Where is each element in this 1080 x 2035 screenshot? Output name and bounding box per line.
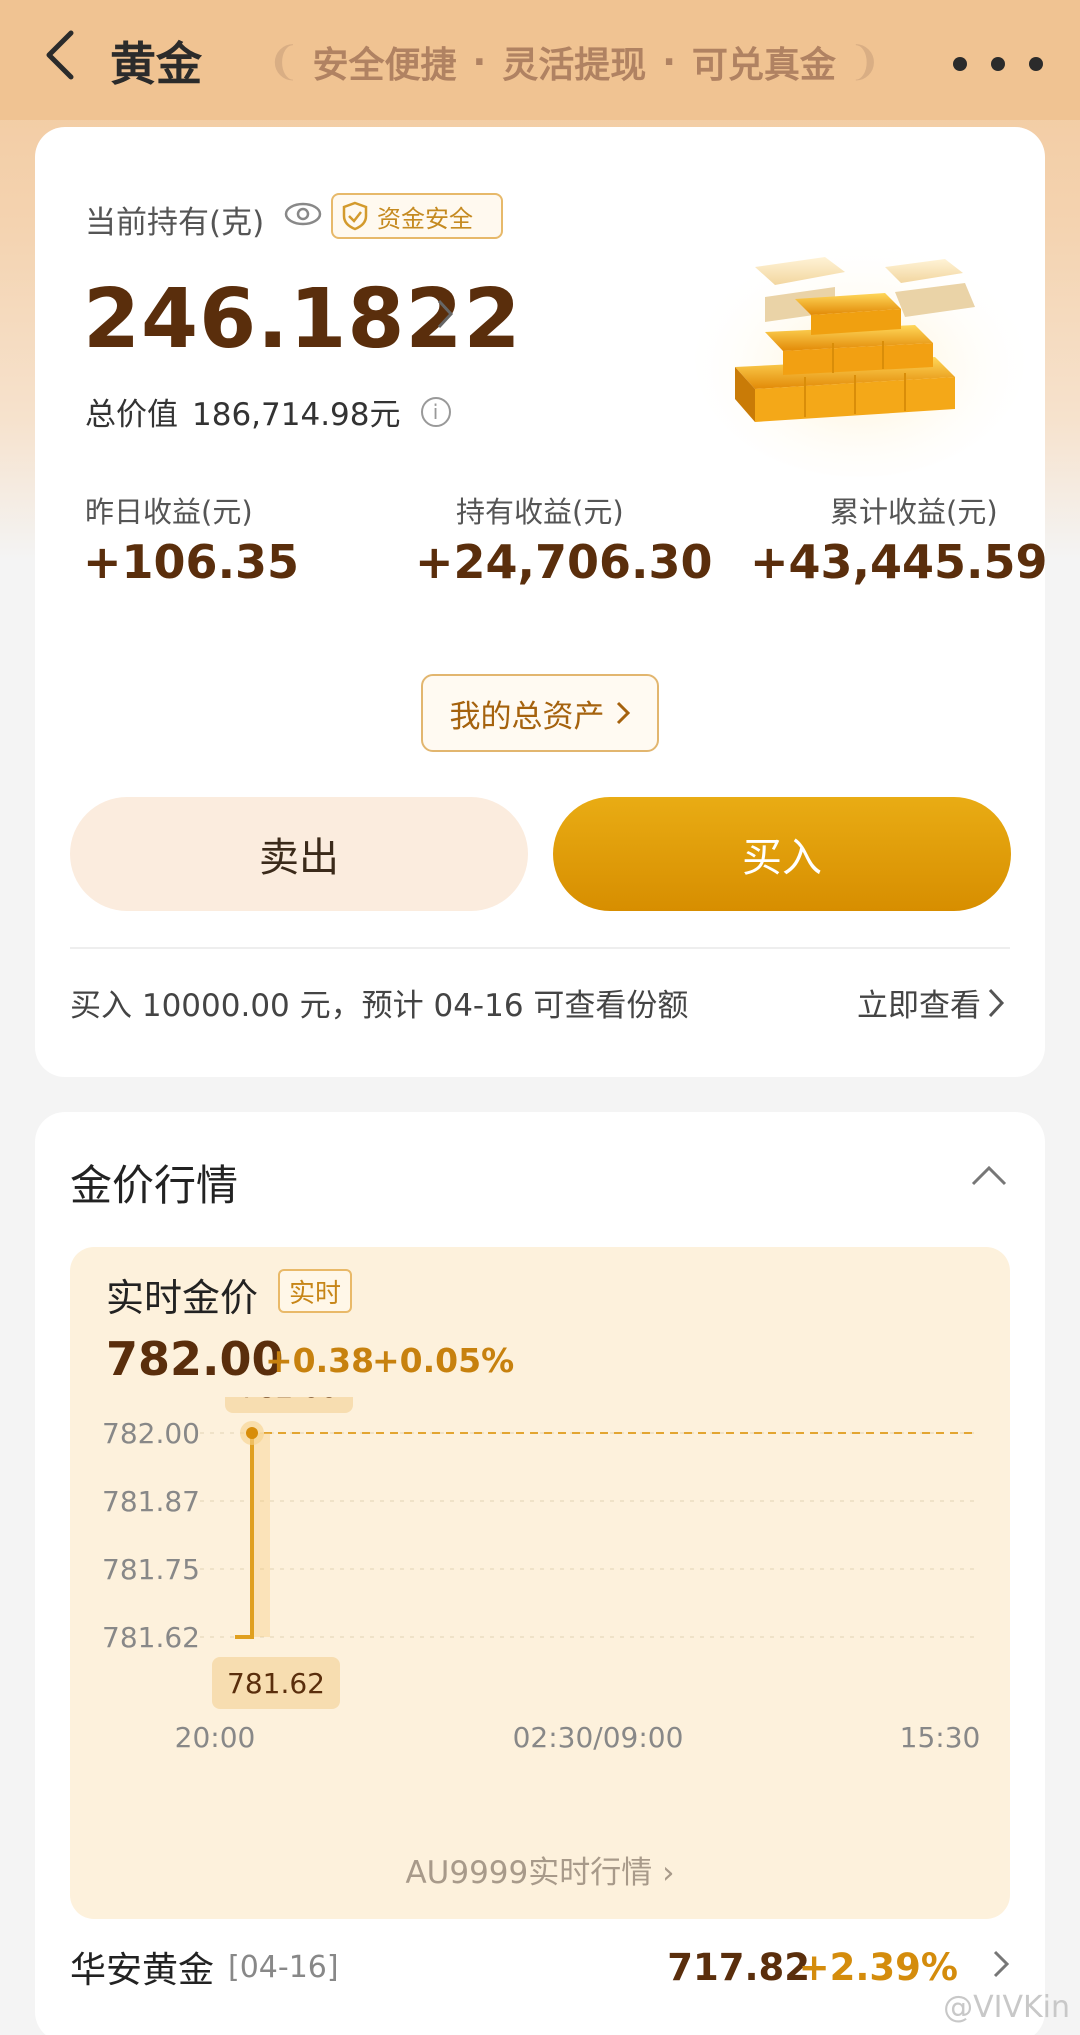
total-value-row: 总价值 186,714.98元 i [85,389,451,434]
product-date: [04-16] [228,1949,339,1985]
eye-icon[interactable] [283,199,323,229]
price-change: +0.38 [265,1341,375,1380]
gold-bars-image [695,237,1025,477]
au9999-link-label: AU9999实时行情 [405,1855,653,1891]
chevron-up-icon[interactable] [969,1162,1009,1188]
product-row[interactable]: 华安黄金 [04-16] 717.82 +2.39% [70,1937,1010,1997]
chevron-left-icon [46,30,74,80]
slogan-separator: · [662,41,676,83]
slogan-separator: · [472,41,487,83]
price-chart[interactable]: 782.00 781.87 781.75 781.62 20:00 02:30/09:00… [70,1397,1010,1837]
y-tick-label: 781.75 [102,1553,200,1586]
holding-amount[interactable]: 246.1822 [83,272,522,367]
back-button[interactable] [30,25,90,85]
holding-earnings-value: +24,706.30 [415,535,713,589]
price-change-percent: +0.05% [372,1341,515,1380]
total-value-label: 总价值 [85,397,178,433]
fund-safety-text: 资金安全 [377,204,473,233]
market-card: 金价行情 实时金价 实时 782.00 +0.38 +0.05% 782.00 7… [35,1112,1045,2035]
yesterday-earnings-value: +106.35 [83,535,300,589]
chevron-right-icon [992,1947,1010,1988]
product-change-percent: +2.39% [798,1945,958,1989]
series-line [235,1433,254,1639]
x-tick-label: 02:30/09:00 [513,1721,684,1754]
sell-button[interactable]: 卖出 [70,797,528,911]
laurel-left-icon: ❨ [267,39,301,85]
product-name: 华安黄金 [70,1950,215,1991]
current-price: 782.00 [106,1332,284,1386]
x-tick-label: 15:30 [900,1721,981,1754]
y-tick-label: 781.62 [102,1621,200,1654]
yesterday-earnings-label: 昨日收益(元) [85,495,253,529]
more-dots-icon [953,57,1043,71]
product-price: 717.82 [667,1945,810,1989]
page-title: 黄金 [110,37,202,91]
more-menu-button[interactable] [950,38,1046,84]
laurel-right-icon: ❩ [847,39,882,85]
slogan-item: 可兑真金 [691,45,836,86]
my-total-assets-button[interactable]: 我的总资产 [421,674,659,752]
holding-earnings-label: 持有收益(元) [456,495,624,529]
live-badge: 实时 [278,1269,352,1313]
holding-card: 当前持有(克) 资金安全 246.1822 总价值 186,714.98元 i [35,127,1048,1077]
my-total-assets-label: 我的总资产 [449,698,605,735]
shield-check-icon [342,201,368,231]
tooltip-low-label: 781.62 [227,1667,325,1700]
buy-button[interactable]: 买入 [553,797,1011,911]
slogan-item: 灵活提现 [502,45,647,86]
y-tick-label: 781.87 [102,1485,200,1518]
slogan: ❨ 安全便捷 · 灵活提现 · 可兑真金 ❩ [255,32,893,92]
holding-label: 当前持有(克) [85,205,265,241]
info-icon[interactable]: i [420,396,451,427]
slogan-item: 安全便捷 [312,45,457,86]
chevron-right-icon [988,988,1005,1017]
chevron-right-icon[interactable] [435,295,455,341]
chevron-right-icon: › [652,1855,675,1891]
total-earnings-label: 累计收益(元) [830,495,998,529]
top-header: 黄金 ❨ 安全便捷 · 灵活提现 · 可兑真金 ❩ [0,0,1080,120]
total-earnings-value: +43,445.59 [750,535,1048,589]
tooltip-high-label: 782.00 [240,1397,338,1404]
realtime-price-title: 实时金价 [106,1276,259,1320]
price-point [246,1427,258,1439]
watermark: @VIVKin [943,1990,1070,2025]
view-now-link[interactable]: 立即查看 [857,980,1005,1025]
divider [70,947,1010,949]
x-tick-label: 20:00 [175,1721,256,1754]
market-title: 金价行情 [70,1161,239,1210]
view-now-label: 立即查看 [857,988,981,1024]
realtime-price-panel: 实时金价 实时 782.00 +0.38 +0.05% 782.00 781.87… [70,1247,1010,1919]
fund-safety-badge[interactable]: 资金安全 [331,193,503,239]
purchase-notice: 买入 10000.00 元，预计 04-16 可查看份额 [70,988,689,1024]
y-tick-label: 782.00 [102,1417,200,1450]
chevron-right-icon [616,701,630,725]
total-value: 186,714.98元 [192,397,401,433]
au9999-link[interactable]: AU9999实时行情 › [70,1847,1010,1892]
